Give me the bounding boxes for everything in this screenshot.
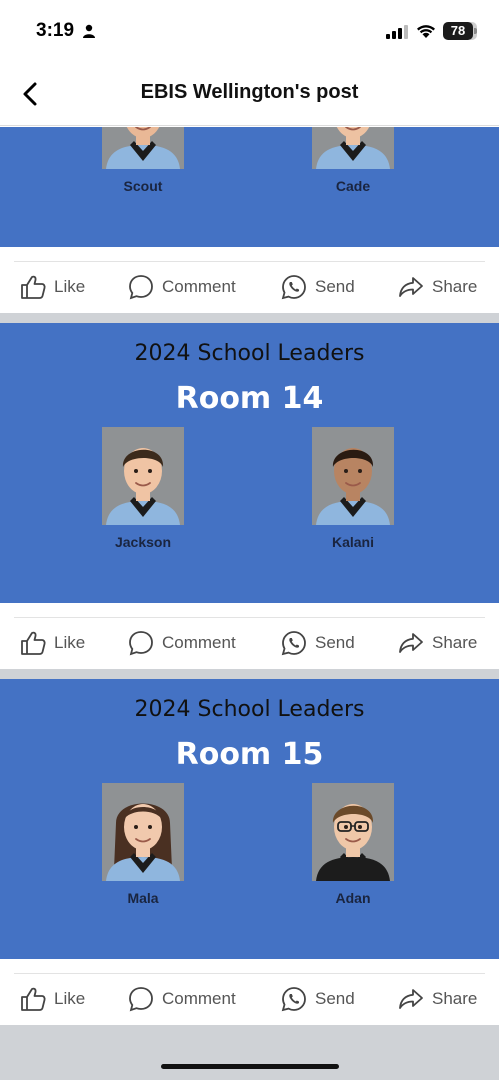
post-room: Room 15 bbox=[175, 737, 324, 772]
whatsapp-icon bbox=[281, 987, 306, 1012]
student-name: Adan bbox=[335, 890, 371, 906]
thumbs-up-icon bbox=[21, 275, 46, 299]
student-portrait bbox=[102, 783, 184, 881]
action-bar: Like Comment Send Share bbox=[0, 603, 499, 669]
like-button[interactable]: Like bbox=[20, 272, 85, 302]
post-header: EBIS Wellington's post bbox=[0, 62, 499, 126]
share-button[interactable]: Share bbox=[398, 984, 477, 1014]
post-image-2[interactable]: 2024 School Leaders Room 14 Jackson Kala… bbox=[0, 323, 499, 603]
comment-bubble-icon bbox=[129, 987, 153, 1012]
portrait-image bbox=[102, 427, 184, 525]
student-name: Mala bbox=[127, 890, 159, 906]
like-label: Like bbox=[54, 989, 86, 1008]
send-button[interactable]: Send bbox=[281, 628, 355, 658]
action-bar: Like Comment Send Share bbox=[0, 247, 499, 313]
whatsapp-icon bbox=[281, 275, 306, 300]
share-arrow-icon bbox=[399, 277, 423, 297]
like-button[interactable]: Like bbox=[20, 628, 85, 658]
portrait-image bbox=[102, 127, 184, 169]
share-label: Share bbox=[432, 277, 478, 296]
student-portrait bbox=[312, 783, 394, 881]
send-button[interactable]: Send bbox=[281, 272, 355, 302]
post-heading: 2024 School Leaders bbox=[134, 341, 365, 366]
cellular-signal-icon bbox=[386, 25, 408, 39]
whatsapp-icon bbox=[281, 631, 306, 656]
student-portrait bbox=[102, 427, 184, 525]
comment-label: Comment bbox=[162, 989, 236, 1008]
like-label: Like bbox=[54, 633, 86, 652]
student-portrait bbox=[312, 427, 394, 525]
student-name: Scout bbox=[123, 178, 163, 194]
post-image-1[interactable]: Scout Cade bbox=[0, 127, 499, 247]
send-label: Send bbox=[315, 277, 355, 296]
student-portrait bbox=[102, 127, 184, 169]
post-separator bbox=[0, 313, 499, 323]
battery-level: 78 bbox=[443, 22, 473, 40]
student-name: Kalani bbox=[331, 534, 374, 550]
portrait-image bbox=[312, 427, 394, 525]
thumbs-up-icon bbox=[21, 987, 46, 1011]
page-title: EBIS Wellington's post bbox=[140, 81, 359, 103]
bottom-area bbox=[0, 1025, 499, 1080]
portrait-image bbox=[312, 783, 394, 881]
comment-label: Comment bbox=[162, 277, 236, 296]
student-portrait bbox=[312, 127, 394, 169]
battery-icon: 78 bbox=[443, 22, 477, 40]
share-button[interactable]: Share bbox=[398, 628, 477, 658]
status-bar: 3:19 78 bbox=[0, 0, 499, 62]
post-heading: 2024 School Leaders bbox=[134, 697, 365, 722]
portrait-image bbox=[312, 127, 394, 169]
share-label: Share bbox=[432, 633, 478, 652]
comment-bubble-icon bbox=[129, 631, 153, 656]
thumbs-up-icon bbox=[21, 631, 46, 655]
share-arrow-icon bbox=[399, 633, 423, 653]
send-button[interactable]: Send bbox=[281, 984, 355, 1014]
share-button[interactable]: Share bbox=[398, 272, 477, 302]
comment-bubble-icon bbox=[129, 275, 153, 300]
like-button[interactable]: Like bbox=[20, 984, 85, 1014]
post-image-3[interactable]: 2024 School Leaders Room 15 Mala Adan bbox=[0, 679, 499, 959]
action-bar: Like Comment Send Share bbox=[0, 959, 499, 1025]
student-name: Jackson bbox=[114, 534, 172, 550]
post-separator bbox=[0, 669, 499, 679]
send-label: Send bbox=[315, 989, 355, 1008]
comment-label: Comment bbox=[162, 633, 236, 652]
like-label: Like bbox=[54, 277, 86, 296]
comment-button[interactable]: Comment bbox=[128, 628, 236, 658]
post-room: Room 14 bbox=[175, 381, 324, 416]
portrait-image bbox=[102, 783, 184, 881]
wifi-icon bbox=[417, 25, 435, 38]
student-name: Cade bbox=[335, 178, 371, 194]
send-label: Send bbox=[315, 633, 355, 652]
share-arrow-icon bbox=[399, 989, 423, 1009]
person-icon bbox=[83, 24, 95, 38]
home-indicator[interactable] bbox=[161, 1064, 339, 1069]
share-label: Share bbox=[432, 989, 478, 1008]
status-time: 3:19 bbox=[36, 20, 75, 41]
comment-button[interactable]: Comment bbox=[128, 984, 236, 1014]
comment-button[interactable]: Comment bbox=[128, 272, 236, 302]
